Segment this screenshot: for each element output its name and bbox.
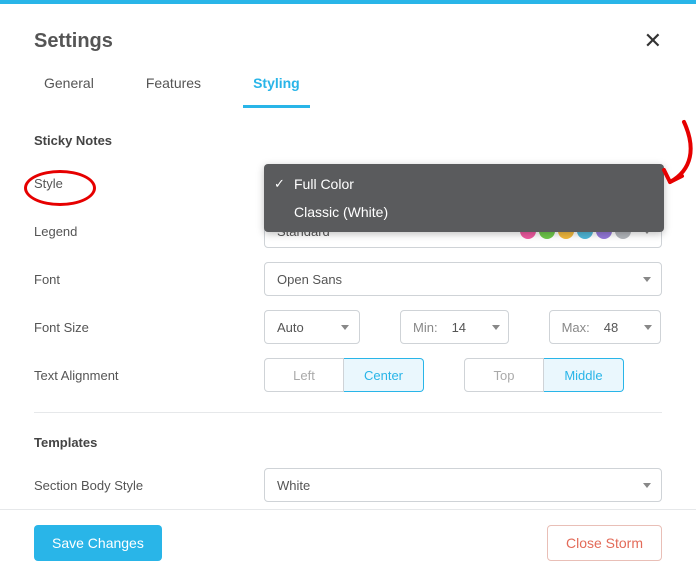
font-select[interactable]: Open Sans [264,262,662,296]
sticky-notes-heading: Sticky Notes [34,133,662,148]
settings-panel: Settings ✕ General Features Styling Stic… [0,0,696,575]
tab-features[interactable]: Features [136,75,211,108]
align-top-button[interactable]: Top [464,358,544,392]
fontsize-label: Font Size [34,320,264,335]
check-icon: ✓ [274,176,285,192]
tab-styling[interactable]: Styling [243,75,310,108]
style-dropdown: ✓ Full Color Classic (White) [264,164,664,232]
fontsize-min-input[interactable]: Min: 14 [400,310,509,344]
tab-general[interactable]: General [34,75,104,108]
font-value: Open Sans [277,272,342,287]
alignment-vert-group: Top Middle [464,358,624,392]
style-option-classic[interactable]: Classic (White) [264,198,664,226]
chevron-down-icon [341,325,349,330]
fontsize-max-input[interactable]: Max: 48 [549,310,661,344]
fontsize-max-label: Max: [562,320,590,335]
close-storm-button[interactable]: Close Storm [547,525,662,561]
alignment-horiz-group: Left Center [264,358,424,392]
fontsize-min-label: Min: [413,320,438,335]
footer: Save Changes Close Storm [0,509,696,575]
chevron-down-icon [643,277,651,282]
chevron-down-icon [644,325,652,330]
chevron-down-icon [643,483,651,488]
style-option-label: Full Color [294,176,354,192]
fontsize-max-value: 48 [604,320,626,335]
templates-heading: Templates [34,435,662,450]
style-label: Style [34,176,264,191]
alignment-label: Text Alignment [34,368,264,383]
legend-label: Legend [34,224,264,239]
divider [34,412,662,413]
align-left-button[interactable]: Left [264,358,344,392]
fontsize-min-value: 14 [452,320,474,335]
save-button[interactable]: Save Changes [34,525,162,561]
close-icon[interactable]: ✕ [644,30,662,52]
section-body-style-select[interactable]: White [264,468,662,502]
style-option-fullcolor[interactable]: ✓ Full Color [264,170,664,198]
section-body-style-label: Section Body Style [34,478,264,493]
align-middle-button[interactable]: Middle [544,358,624,392]
fontsize-auto-select[interactable]: Auto [264,310,360,344]
chevron-down-icon [492,325,500,330]
font-label: Font [34,272,264,287]
style-option-label: Classic (White) [294,204,388,220]
fontsize-auto-value: Auto [277,320,304,335]
page-title: Settings [34,30,113,53]
align-center-button[interactable]: Center [344,358,424,392]
section-body-style-value: White [277,478,310,493]
tabs: General Features Styling [0,75,696,109]
